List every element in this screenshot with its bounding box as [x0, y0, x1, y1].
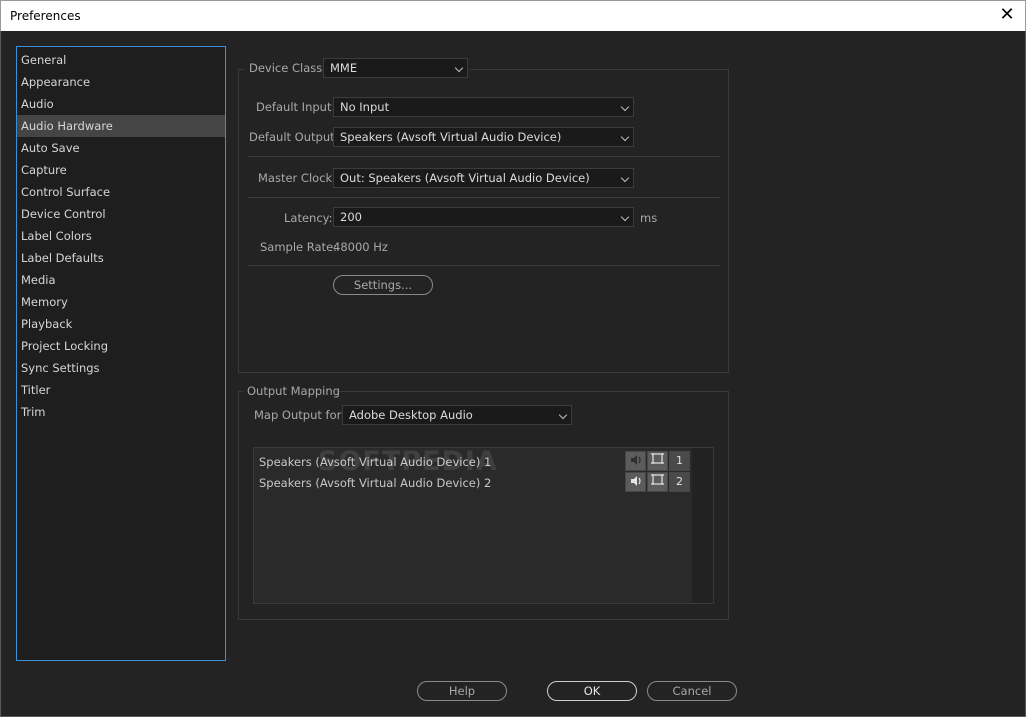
- device-class-dropdown[interactable]: MME: [323, 58, 468, 78]
- sidebar-item-audio-hardware[interactable]: Audio Hardware: [17, 115, 225, 137]
- default-input-value: No Input: [340, 100, 390, 114]
- sidebar-item-trim[interactable]: Trim: [17, 401, 225, 423]
- channel-number-button[interactable]: 1: [669, 451, 690, 471]
- frame-icon: [651, 453, 664, 464]
- speaker-toggle-button[interactable]: [625, 472, 646, 492]
- chevron-down-icon: [558, 410, 568, 420]
- close-icon[interactable]: ✕: [999, 6, 1015, 24]
- category-list: General Appearance Audio Audio Hardware …: [16, 46, 226, 661]
- speaker-toggle-button[interactable]: [625, 451, 646, 471]
- settings-button[interactable]: Settings...: [333, 275, 433, 295]
- default-input-label: Default Input:: [256, 100, 336, 114]
- default-output-label: Default Output:: [249, 130, 339, 144]
- sidebar-item-device-control[interactable]: Device Control: [17, 203, 225, 225]
- cancel-button[interactable]: Cancel: [647, 681, 737, 701]
- sidebar-item-playback[interactable]: Playback: [17, 313, 225, 335]
- sample-rate-value: 48000 Hz: [333, 240, 388, 254]
- sample-rate-label: Sample Rate:: [260, 240, 338, 254]
- sidebar-item-media[interactable]: Media: [17, 269, 225, 291]
- sidebar-item-appearance[interactable]: Appearance: [17, 71, 225, 93]
- master-clock-dropdown[interactable]: Out: Speakers (Avsoft Virtual Audio Devi…: [333, 168, 634, 188]
- sidebar-item-sync-settings[interactable]: Sync Settings: [17, 357, 225, 379]
- chevron-down-icon: [620, 132, 630, 142]
- route-button[interactable]: [647, 451, 668, 471]
- map-output-for-dropdown[interactable]: Adobe Desktop Audio: [342, 405, 572, 425]
- frame-icon: [651, 474, 664, 485]
- latency-value: 200: [340, 210, 362, 224]
- sidebar-item-label-defaults[interactable]: Label Defaults: [17, 247, 225, 269]
- default-input-dropdown[interactable]: No Input: [333, 97, 634, 117]
- chevron-down-icon: [620, 102, 630, 112]
- map-output-for-value: Adobe Desktop Audio: [349, 408, 473, 422]
- latency-dropdown[interactable]: 200: [333, 207, 634, 227]
- sidebar-item-label-colors[interactable]: Label Colors: [17, 225, 225, 247]
- title-bar: Preferences ✕: [0, 0, 1026, 31]
- default-output-dropdown[interactable]: Speakers (Avsoft Virtual Audio Device): [333, 127, 634, 147]
- sidebar-item-audio[interactable]: Audio: [17, 93, 225, 115]
- divider: [248, 197, 720, 198]
- speaker-icon: [630, 455, 641, 465]
- sidebar-item-memory[interactable]: Memory: [17, 291, 225, 313]
- chevron-down-icon: [454, 63, 464, 73]
- ok-button[interactable]: OK: [547, 681, 637, 701]
- sidebar-item-control-surface[interactable]: Control Surface: [17, 181, 225, 203]
- latency-unit: ms: [640, 211, 658, 225]
- sidebar-item-project-locking[interactable]: Project Locking: [17, 335, 225, 357]
- sidebar-item-auto-save[interactable]: Auto Save: [17, 137, 225, 159]
- chevron-down-icon: [620, 212, 630, 222]
- help-button[interactable]: Help: [417, 681, 507, 701]
- speaker-icon: [630, 476, 641, 486]
- master-clock-value: Out: Speakers (Avsoft Virtual Audio Devi…: [340, 171, 590, 185]
- watermark: SOFTPEDIA: [318, 446, 498, 477]
- map-output-for-label: Map Output for:: [254, 408, 346, 422]
- latency-label: Latency:: [284, 211, 333, 225]
- output-mapping-title: Output Mapping: [247, 384, 340, 398]
- device-class-value: MME: [330, 61, 358, 75]
- divider: [248, 265, 720, 266]
- list-item[interactable]: Speakers (Avsoft Virtual Audio Device) 2: [259, 476, 491, 490]
- device-class-label: Device Class:: [249, 61, 327, 75]
- window-title: Preferences: [10, 9, 81, 23]
- divider: [248, 156, 720, 157]
- sidebar-item-titler[interactable]: Titler: [17, 379, 225, 401]
- default-output-value: Speakers (Avsoft Virtual Audio Device): [340, 130, 562, 144]
- sidebar-item-general[interactable]: General: [17, 49, 225, 71]
- chevron-down-icon: [620, 173, 630, 183]
- route-button[interactable]: [647, 472, 668, 492]
- master-clock-label: Master Clock:: [258, 171, 337, 185]
- scrollbar[interactable]: [692, 448, 713, 603]
- channel-number-button[interactable]: 2: [669, 472, 690, 492]
- sidebar-item-capture[interactable]: Capture: [17, 159, 225, 181]
